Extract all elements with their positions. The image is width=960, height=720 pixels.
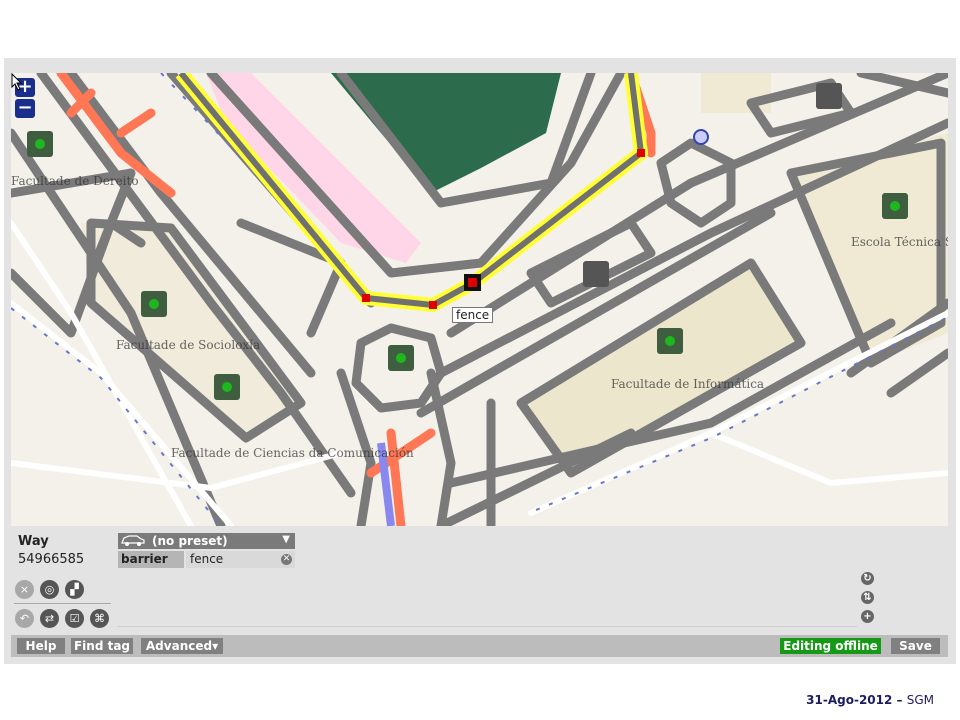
straighten-icon[interactable]: ▞ [65, 580, 84, 599]
map-label: Facultade de Informática [611, 377, 764, 391]
footer-author: SGM [906, 693, 934, 707]
chevron-down-icon: ▼ [282, 534, 290, 545]
help-button[interactable]: Help [17, 638, 65, 654]
block-area [701, 73, 771, 113]
properties-panel: Way 54966585 (no preset) ▼ barrier fence… [11, 527, 948, 635]
preset-selector[interactable]: (no preset) ▼ [118, 533, 295, 549]
editing-offline-status[interactable]: Editing offline [780, 638, 881, 654]
footer-dash: – [892, 693, 907, 707]
preset-label: (no preset) [152, 534, 228, 548]
advanced-menu-button[interactable]: Advanced▾ [141, 638, 223, 654]
circularise-icon[interactable]: ◎ [40, 580, 59, 599]
map-canvas[interactable]: Facultade de Dereito Facultade de Sociol… [11, 73, 948, 526]
way-node[interactable] [637, 149, 645, 157]
way-node[interactable] [429, 301, 437, 309]
hovered-node-center[interactable] [468, 278, 477, 287]
add-tag-icon[interactable]: + [861, 610, 874, 623]
reverse-direction-icon[interactable]: ⇄ [40, 609, 59, 628]
panel-divider [117, 626, 857, 627]
tick-icon[interactable]: ☑ [65, 609, 84, 628]
map-drawing[interactable]: Facultade de Dereito Facultade de Sociol… [11, 73, 948, 526]
save-button[interactable]: Save [891, 638, 940, 654]
quadrilateralise-icon[interactable]: ⨯ [15, 580, 34, 599]
find-tag-button[interactable]: Find tag [71, 638, 133, 654]
bottom-toolbar: Help Find tag Advanced▾ Editing offline … [11, 635, 948, 657]
hover-tooltip: fence [452, 307, 494, 323]
delete-tag-icon[interactable]: ✕ [281, 554, 292, 565]
zoom-out-button[interactable]: − [15, 99, 35, 118]
slide-footer: 31-Ago-2012 – SGM [806, 693, 934, 707]
split-way-icon[interactable]: ⌘ [90, 609, 109, 628]
tag-value-field[interactable]: fence [186, 551, 295, 568]
mouse-cursor-icon [11, 73, 23, 91]
swap-icon[interactable]: ⇅ [861, 591, 874, 604]
tag-key-field[interactable]: barrier [118, 551, 184, 568]
refresh-icon[interactable]: ↻ [861, 572, 874, 585]
map-label: Facultade de Ciencias da Comunicación [171, 446, 414, 460]
map-label: Facultade de Dereito [11, 174, 139, 188]
map-label: Facultade de Socioloxía [116, 338, 260, 352]
undo-icon[interactable]: ↶ [15, 609, 34, 628]
entity-id: 54966585 [18, 552, 85, 567]
way-node[interactable] [362, 294, 370, 302]
park-area [331, 73, 561, 193]
toolbar-divider [14, 603, 111, 604]
footer-date: 31-Ago-2012 [806, 693, 893, 707]
entity-type-label: Way [18, 534, 49, 549]
map-label: Escola Técnica Superior de Enxeñeiros de… [851, 235, 948, 249]
car-icon [121, 535, 145, 546]
